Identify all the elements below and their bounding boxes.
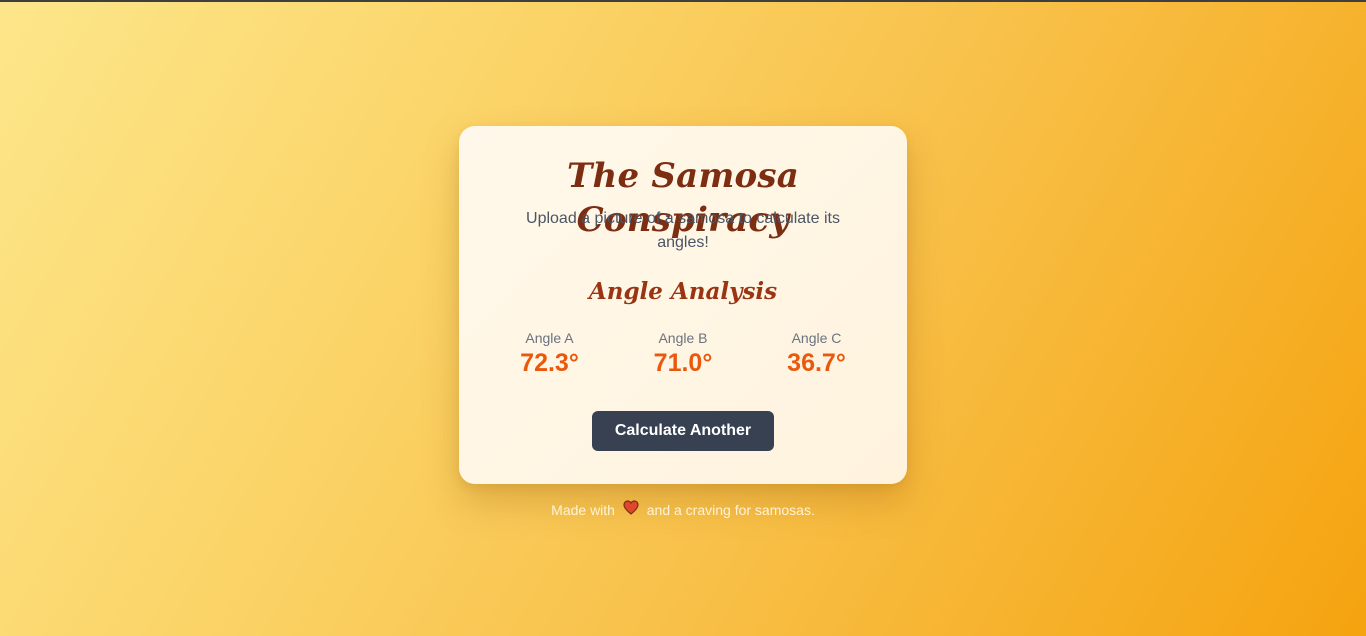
angle-c-value: 36.7° [787,349,846,377]
angle-a-value: 72.3° [520,349,579,377]
footer: Made with and a craving for samosas. [0,500,1366,522]
angle-a-label: Angle A [525,330,574,346]
angle-b-label: Angle B [658,330,708,346]
footer-text-start: Made with [551,502,615,518]
footer-text-end: and a craving for samosas. [646,502,815,518]
heart-icon [623,500,639,520]
angle-c-label: Angle C [791,330,842,346]
calculate-another-button[interactable]: Calculate Another [592,411,774,451]
angle-b-value: 71.0° [653,349,713,377]
angle-analysis-heading: Angle Analysis [588,278,778,305]
angle-c-stat: Angle C 36.7° [750,328,883,378]
result-card: The Samosa Conspiracy Upload a picture o… [459,126,907,484]
angle-a-stat: Angle A 72.3° [483,328,616,378]
angle-results: Angle A 72.3° Angle B 71.0° Angle C 36.7… [483,328,883,378]
window-top-border [0,0,1366,2]
page-subtitle: Upload a picture of a samosa to calculat… [526,210,840,251]
angle-b-stat: Angle B 71.0° [617,328,750,378]
